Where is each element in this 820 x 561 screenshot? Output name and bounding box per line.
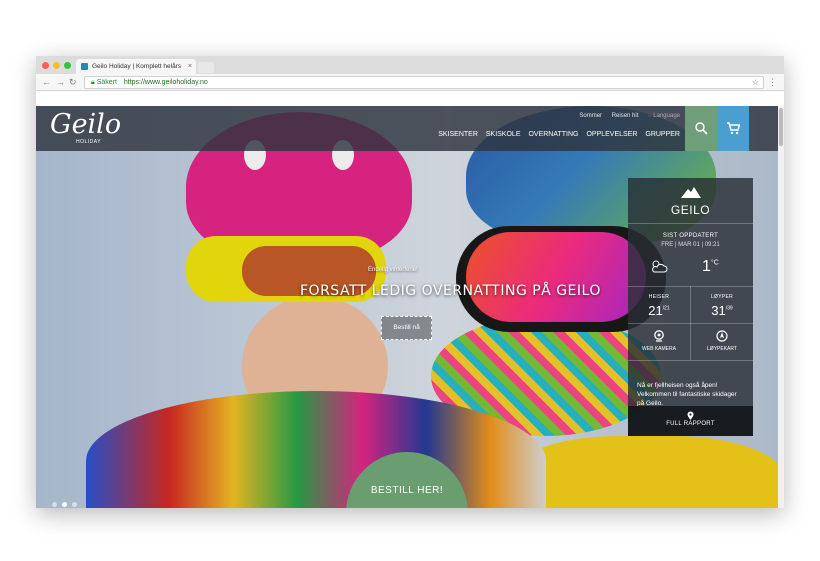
bookmark-star-icon[interactable]: ☆ bbox=[752, 77, 759, 88]
divider bbox=[628, 223, 753, 224]
search-button[interactable] bbox=[685, 106, 717, 151]
tab-close-icon[interactable]: × bbox=[188, 59, 192, 74]
full-report-label: FULL RAPPORT bbox=[666, 421, 715, 427]
trail-map-link[interactable]: LØYPEKART bbox=[691, 346, 753, 352]
divider bbox=[628, 323, 753, 324]
book-here-label: BESTILL HER! bbox=[370, 485, 444, 496]
browser-menu-icon[interactable]: ⋮ bbox=[768, 76, 777, 88]
browser-tab[interactable]: Geilo Holiday | Komplett helårs × bbox=[76, 59, 196, 74]
lifts-value: 21/21 bbox=[628, 303, 690, 318]
trail-map-icon[interactable] bbox=[716, 330, 728, 342]
maximize-window-button[interactable] bbox=[64, 62, 71, 69]
site-favicon-icon bbox=[81, 63, 88, 70]
minimize-window-button[interactable] bbox=[53, 62, 60, 69]
slopes-open: 31 bbox=[711, 303, 726, 318]
nav-item-skiskole[interactable]: SKISKOLE bbox=[486, 131, 521, 138]
reload-icon[interactable]: ↻ bbox=[69, 76, 77, 88]
main-nav: SKISENTER SKISKOLE OVERNATTING OPPLEVELS… bbox=[432, 131, 680, 138]
top-links: Sommer Reisen hit ◌ Language bbox=[571, 113, 680, 119]
temperature-unit: °C bbox=[710, 259, 719, 267]
weather-widget: GEILO SIST OPPDATERT FRE | MAR 01 | 09:2… bbox=[628, 178, 753, 436]
url-text: https://www.geiloholiday.no bbox=[123, 79, 208, 86]
slider-dot[interactable] bbox=[72, 502, 77, 507]
webcam-link[interactable]: WEB KAMERA bbox=[628, 346, 690, 352]
slopes-label: LØYPER bbox=[710, 294, 734, 300]
slopes-value: 31/39 bbox=[691, 303, 753, 318]
partly-cloudy-icon bbox=[652, 260, 668, 273]
slider-dot[interactable] bbox=[62, 502, 67, 507]
location-pin-icon bbox=[687, 411, 694, 420]
slider-dot[interactable] bbox=[52, 502, 57, 507]
cart-icon bbox=[727, 122, 740, 135]
weather-message: Nå er fjellheisen også åpen! Velkommen t… bbox=[637, 382, 737, 407]
tab-title: Geilo Holiday | Komplett helårs bbox=[92, 63, 182, 70]
page-scrollbar[interactable] bbox=[778, 106, 784, 508]
close-window-button[interactable] bbox=[42, 62, 49, 69]
mountain-icon bbox=[681, 187, 701, 198]
forward-arrow-icon[interactable]: → bbox=[56, 76, 65, 88]
back-arrow-icon[interactable]: ← bbox=[42, 76, 51, 88]
hero-pretitle: Endelig vinterferie! bbox=[368, 267, 418, 273]
lifts-open: 21 bbox=[648, 303, 663, 318]
weather-location: GEILO bbox=[670, 203, 711, 217]
divider bbox=[628, 360, 753, 361]
nav-item-grupper[interactable]: GRUPPER bbox=[645, 131, 680, 138]
address-bar[interactable]: 🔒︎ Säkert https://www.geiloholiday.no ☆ bbox=[84, 76, 764, 89]
tab-strip: Geilo Holiday | Komplett helårs × bbox=[36, 56, 784, 74]
nav-item-opplevelser[interactable]: OPPLEVELSER bbox=[586, 131, 637, 138]
hero-title: FORSATT LEDIG OVERNATTING PÅ GEILO bbox=[300, 283, 601, 299]
nav-item-skisenter[interactable]: SKISENTER bbox=[438, 131, 478, 138]
temperature-value: 1°C bbox=[702, 258, 719, 276]
temperature-number: 1 bbox=[702, 258, 711, 275]
language-label: Language bbox=[653, 113, 680, 119]
full-report-button[interactable]: FULL RAPPORT bbox=[628, 406, 753, 436]
site-logo[interactable]: Geilo bbox=[50, 108, 121, 142]
site-logo-subtitle: HOLIDAY bbox=[76, 139, 102, 145]
search-icon bbox=[695, 122, 708, 135]
scrollbar-thumb[interactable] bbox=[779, 108, 783, 146]
slopes-total: /39 bbox=[725, 305, 733, 312]
slider-dots bbox=[52, 494, 82, 508]
top-link-reisen-hit[interactable]: Reisen hit bbox=[612, 113, 639, 119]
cart-button[interactable] bbox=[717, 106, 749, 151]
last-updated-label: SIST OPPDATERT bbox=[662, 233, 719, 239]
secure-label: Säkert bbox=[96, 79, 117, 86]
page-viewport: Geilo HOLIDAY Sommer Reisen hit ◌ Langua… bbox=[36, 106, 784, 508]
nav-item-overnatting[interactable]: OVERNATTING bbox=[528, 131, 578, 138]
new-tab-button[interactable] bbox=[198, 62, 214, 73]
browser-toolbar: ← → ↻ 🔒︎ Säkert https://www.geiloholiday… bbox=[36, 74, 784, 91]
lock-icon: 🔒︎ bbox=[91, 79, 95, 86]
lifts-total: /21 bbox=[662, 305, 670, 312]
language-selector[interactable]: ◌ Language bbox=[648, 113, 680, 119]
lifts-label: HEISER bbox=[648, 294, 670, 300]
site-header: Geilo HOLIDAY Sommer Reisen hit ◌ Langua… bbox=[36, 106, 778, 151]
browser-window: Geilo Holiday | Komplett helårs × ← → ↻ … bbox=[36, 56, 784, 508]
top-link-sommer[interactable]: Sommer bbox=[579, 113, 602, 119]
book-now-button[interactable]: Bestill nå bbox=[381, 316, 432, 340]
webcam-icon[interactable] bbox=[653, 330, 665, 342]
last-updated-date: FRE | MAR 01 | 09:21 bbox=[661, 242, 720, 248]
